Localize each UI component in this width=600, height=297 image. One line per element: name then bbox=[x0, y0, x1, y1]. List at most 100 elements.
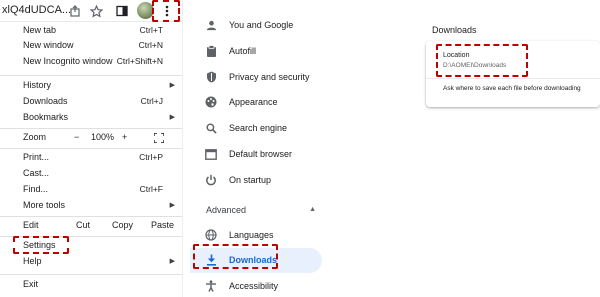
menu-item-help[interactable]: Help ▶ bbox=[0, 254, 182, 269]
menu-item-settings[interactable]: Settings bbox=[0, 238, 182, 253]
cut-button[interactable]: Cut bbox=[76, 218, 90, 233]
menu-item-new-tab[interactable]: New tab Ctrl+T bbox=[0, 23, 182, 38]
accessibility-icon bbox=[204, 279, 218, 293]
menu-item-new-window[interactable]: New window Ctrl+N bbox=[0, 38, 182, 53]
sidebar-item-privacy[interactable]: Privacy and security bbox=[190, 65, 322, 90]
search-icon bbox=[204, 121, 218, 135]
menu-shortcut: Ctrl+J bbox=[140, 96, 163, 106]
menu-item-label: New tab bbox=[23, 25, 57, 35]
card-divider bbox=[426, 78, 600, 79]
downloads-heading: Downloads bbox=[432, 25, 477, 35]
menu-item-label: Find... bbox=[23, 184, 49, 194]
menu-shortcut: Ctrl+P bbox=[139, 152, 163, 162]
panel-divider bbox=[182, 0, 183, 297]
zoom-in-button[interactable]: + bbox=[122, 130, 127, 145]
sidebar-item-downloads[interactable]: Downloads bbox=[190, 248, 322, 273]
menu-divider bbox=[0, 274, 182, 275]
location-label: Location bbox=[443, 52, 470, 59]
power-icon bbox=[204, 173, 218, 187]
sidebar-item-you-and-google[interactable]: You and Google bbox=[190, 13, 322, 38]
downloads-settings-content: Downloads Location D:\AOMEI\Downloads As… bbox=[330, 0, 600, 297]
menu-item-label: Cast... bbox=[23, 168, 50, 178]
paste-button[interactable]: Paste bbox=[151, 218, 174, 233]
chevron-right-icon: ▶ bbox=[169, 258, 175, 265]
menu-divider bbox=[0, 236, 182, 237]
sidebar-item-label: Languages bbox=[229, 230, 274, 240]
shield-icon bbox=[204, 70, 218, 84]
settings-sidebar: You and Google Autofill Privacy and secu… bbox=[190, 0, 330, 297]
menu-divider bbox=[0, 128, 182, 129]
menu-item-label: Print... bbox=[23, 152, 50, 162]
menu-item-label: Settings bbox=[23, 240, 56, 250]
menu-item-print[interactable]: Print... Ctrl+P bbox=[0, 150, 182, 165]
menu-item-label: Exit bbox=[23, 279, 39, 289]
sidebar-item-label: Downloads bbox=[229, 255, 278, 265]
location-value: D:\AOMEI\Downloads bbox=[443, 62, 507, 69]
sidebar-item-languages[interactable]: Languages bbox=[190, 223, 322, 248]
menu-item-cast[interactable]: Cast... bbox=[0, 166, 182, 181]
menu-shortcut: Ctrl+T bbox=[139, 25, 163, 35]
menu-zoom-row: Zoom − 100% + bbox=[0, 130, 182, 145]
advanced-label: Advanced bbox=[206, 205, 247, 215]
chevron-right-icon: ▶ bbox=[169, 114, 175, 121]
sidebar-item-label: On startup bbox=[229, 175, 272, 185]
menu-item-new-incognito[interactable]: New Incognito window Ctrl+Shift+N bbox=[0, 54, 182, 69]
menu-divider bbox=[0, 148, 182, 149]
palette-icon bbox=[204, 95, 218, 109]
chrome-menu-panel: xlQ4dUDCA... New tab Ctrl+T New window C… bbox=[0, 0, 182, 297]
menu-item-find[interactable]: Find... Ctrl+F bbox=[0, 182, 182, 197]
sidebar-item-label: Search engine bbox=[229, 123, 288, 133]
clipboard-icon bbox=[204, 44, 218, 58]
sidebar-item-default-browser[interactable]: Default browser bbox=[190, 142, 322, 167]
sidebar-item-appearance[interactable]: Appearance bbox=[190, 90, 322, 115]
sidebar-item-label: Appearance bbox=[229, 97, 278, 107]
star-icon[interactable] bbox=[88, 3, 104, 19]
menu-item-label: Downloads bbox=[23, 96, 68, 106]
menu-divider bbox=[0, 75, 182, 76]
menu-item-label: History bbox=[23, 80, 52, 90]
menu-item-history[interactable]: History ▶ bbox=[0, 78, 182, 93]
menu-item-label: Bookmarks bbox=[23, 112, 69, 122]
menu-divider bbox=[0, 216, 182, 217]
profile-avatar[interactable] bbox=[137, 2, 154, 19]
menu-item-label: New Incognito window bbox=[23, 56, 113, 66]
menu-item-downloads[interactable]: Downloads Ctrl+J bbox=[0, 94, 182, 109]
chevron-up-icon: ▲ bbox=[309, 206, 316, 213]
sidepanel-icon[interactable] bbox=[114, 3, 130, 19]
fullscreen-icon[interactable] bbox=[153, 132, 165, 148]
person-icon bbox=[204, 18, 218, 32]
share-icon[interactable] bbox=[67, 3, 83, 19]
advanced-section-toggle[interactable]: Advanced ▲ bbox=[206, 200, 316, 220]
sidebar-item-label: You and Google bbox=[229, 20, 294, 30]
menu-item-exit[interactable]: Exit bbox=[0, 277, 182, 292]
ask-where-to-save-label[interactable]: Ask where to save each file before downl… bbox=[443, 85, 581, 92]
menu-item-label: Help bbox=[23, 256, 42, 266]
zoom-label: Zoom bbox=[23, 132, 47, 142]
sidebar-item-label: Default browser bbox=[229, 149, 293, 159]
copy-button[interactable]: Copy bbox=[112, 218, 133, 233]
menu-edit-row: Edit Cut Copy Paste bbox=[0, 218, 182, 233]
chevron-right-icon: ▶ bbox=[169, 82, 175, 89]
sidebar-item-autofill[interactable]: Autofill bbox=[190, 39, 322, 64]
menu-shortcut: Ctrl+N bbox=[138, 40, 163, 50]
download-icon bbox=[204, 253, 218, 267]
menu-item-label: More tools bbox=[23, 200, 66, 210]
zoom-value: 100% bbox=[91, 132, 115, 142]
edit-label: Edit bbox=[23, 220, 39, 230]
zoom-out-button[interactable]: − bbox=[74, 130, 79, 145]
sidebar-item-accessibility[interactable]: Accessibility bbox=[190, 274, 322, 297]
sidebar-item-search-engine[interactable]: Search engine bbox=[190, 116, 322, 141]
menu-shortcut: Ctrl+Shift+N bbox=[116, 56, 163, 66]
sidebar-item-on-startup[interactable]: On startup bbox=[190, 168, 322, 193]
chevron-right-icon: ▶ bbox=[169, 202, 175, 209]
sidebar-item-label: Privacy and security bbox=[229, 72, 310, 82]
more-vert-icon[interactable] bbox=[159, 3, 175, 19]
menu-item-more-tools[interactable]: More tools ▶ bbox=[0, 198, 182, 213]
menu-item-bookmarks[interactable]: Bookmarks ▶ bbox=[0, 110, 182, 125]
globe-icon bbox=[204, 228, 218, 242]
location-highlight bbox=[436, 44, 528, 77]
menu-shortcut: Ctrl+F bbox=[139, 184, 163, 194]
sidebar-item-label: Accessibility bbox=[229, 281, 279, 291]
sidebar-item-label: Autofill bbox=[229, 46, 257, 56]
address-bar-text[interactable]: xlQ4dUDCA... bbox=[0, 0, 71, 22]
